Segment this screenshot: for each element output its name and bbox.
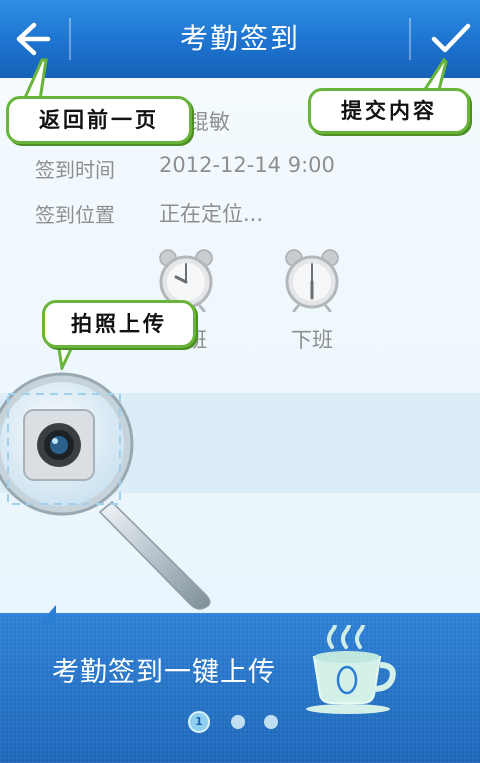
off-duty-label: 下班 [291, 328, 333, 352]
pager-dot-2[interactable] [231, 715, 245, 729]
location-label: 签到位置 [35, 203, 115, 227]
name-value: 锟敏 [188, 110, 230, 134]
off-duty-clock-button[interactable] [282, 248, 342, 316]
alarm-clock-icon [285, 249, 339, 313]
pager-dot-1[interactable]: 1 [188, 711, 210, 733]
magnifier-camera-icon [0, 372, 211, 610]
time-value: 2012-12-14 9:00 [159, 153, 335, 177]
submit-tooltip: 提交内容 [308, 88, 470, 134]
header-divider-right [409, 18, 411, 60]
pager-dot-3[interactable] [264, 715, 278, 729]
back-tooltip: 返回前一页 [6, 96, 192, 144]
location-value: 正在定位... [159, 202, 264, 226]
coffee-cup-icon [302, 617, 398, 719]
photo-upload-button[interactable] [0, 372, 225, 616]
page-title: 考勤签到 [179, 22, 300, 55]
checkmark-icon [431, 23, 471, 53]
photo-tooltip: 拍照上传 [42, 300, 196, 348]
time-label: 签到时间 [35, 158, 115, 182]
footer-pointer [40, 605, 56, 623]
footer-slogan: 考勤签到一键上传 [52, 657, 276, 688]
